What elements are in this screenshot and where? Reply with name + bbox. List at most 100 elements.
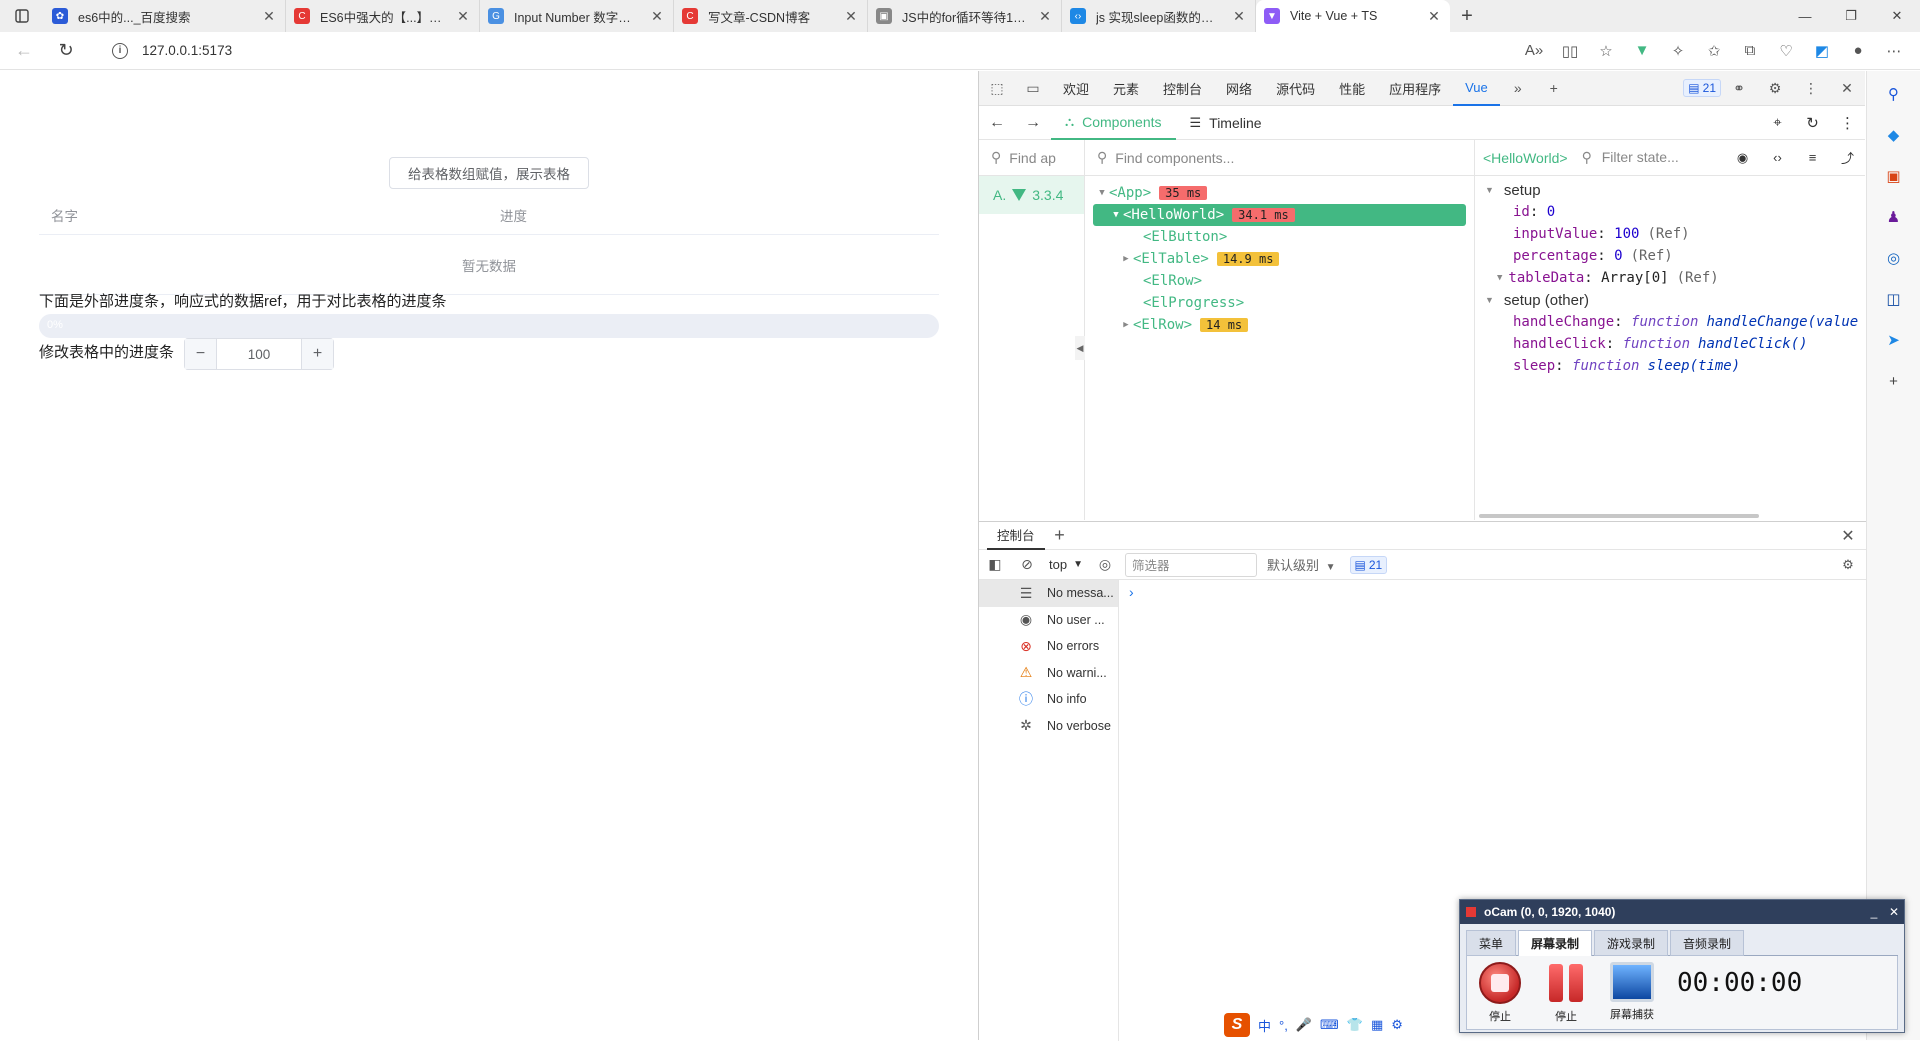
- devtools-tab[interactable]: 性能: [1327, 71, 1377, 106]
- ime-tool-icon[interactable]: 👕: [1347, 1017, 1363, 1033]
- console-settings-gear-icon[interactable]: ⚙: [1830, 557, 1866, 573]
- devtools-tab[interactable]: 元素: [1101, 71, 1151, 106]
- browser-tab[interactable]: C ES6中强大的【...】操作符_es6中 ✕: [286, 0, 480, 32]
- tree-toggle-icon[interactable]: ▼: [1109, 210, 1123, 220]
- collections-icon[interactable]: ⧉: [1732, 36, 1768, 66]
- restore-button[interactable]: ❐: [1828, 0, 1874, 32]
- ime-tool-icon[interactable]: 🎤: [1296, 1017, 1312, 1033]
- ime-tool-icon[interactable]: 中: [1258, 1016, 1271, 1035]
- console-filter-item[interactable]: ⊗ No errors: [979, 633, 1118, 660]
- browser-tab[interactable]: G Input Number 数字输入框 | Elem ✕: [480, 0, 674, 32]
- select-component-icon[interactable]: ⌖: [1760, 106, 1795, 140]
- ocam-titlebar[interactable]: oCam (0, 0, 1920, 1040) _ ✕: [1460, 900, 1904, 924]
- collapse-handle-icon[interactable]: ◀: [1075, 336, 1085, 360]
- reader-mode-icon[interactable]: ▯▯: [1552, 36, 1588, 66]
- scroll-to-component-icon[interactable]: ◉: [1725, 140, 1760, 176]
- more-tabs-icon[interactable]: »: [1500, 71, 1536, 106]
- close-window-button[interactable]: ✕: [1874, 0, 1920, 32]
- find-components-field[interactable]: ⚲ Find components...: [1085, 140, 1474, 176]
- console-issues-badge[interactable]: ▤ 21: [1349, 555, 1388, 574]
- devtools-tab[interactable]: Vue: [1453, 71, 1500, 106]
- state-property[interactable]: percentage: 0 (Ref): [1475, 245, 1865, 267]
- state-property[interactable]: id: 0: [1475, 201, 1865, 223]
- state-property[interactable]: ▼ tableData: Array[0] (Ref): [1475, 267, 1865, 289]
- fill-table-button[interactable]: 给表格数组赋值，展示表格: [389, 157, 589, 189]
- tree-node[interactable]: ▼ <HelloWorld> 34.1 ms: [1093, 204, 1466, 226]
- ime-tool-icon[interactable]: °,: [1279, 1018, 1288, 1033]
- sidebar-tools-icon[interactable]: ▣: [1879, 161, 1909, 191]
- tree-node[interactable]: ▶ <ElRow> 14 ms: [1085, 314, 1474, 336]
- vue-extension-icon[interactable]: ▼: [1624, 36, 1660, 66]
- ocam-tab[interactable]: 屏幕录制: [1518, 930, 1593, 956]
- increase-button[interactable]: +: [301, 339, 333, 369]
- close-tab-icon[interactable]: ✕: [1426, 8, 1442, 25]
- console-filter-item[interactable]: ⓘ No info: [979, 686, 1118, 713]
- state-function[interactable]: handleClick: function handleClick(): [1475, 333, 1865, 355]
- context-selector[interactable]: top ▼: [1043, 557, 1089, 572]
- ocam-tab[interactable]: 音频录制: [1670, 930, 1745, 956]
- state-function[interactable]: handleChange: function handleChange(value: [1475, 311, 1865, 333]
- add-drawer-tab-icon[interactable]: +: [1045, 525, 1075, 546]
- tab-timeline[interactable]: ☰ Timeline: [1176, 106, 1276, 140]
- settings-gear-icon[interactable]: ⚙: [1757, 71, 1793, 106]
- site-info-icon[interactable]: i: [112, 42, 128, 59]
- tab-actions-button[interactable]: [0, 0, 44, 32]
- new-tab-button[interactable]: +: [1450, 0, 1484, 32]
- tree-node[interactable]: <ElRow>: [1085, 270, 1474, 292]
- open-source-icon[interactable]: ‹›: [1760, 140, 1795, 176]
- tree-node[interactable]: <ElButton>: [1085, 226, 1474, 248]
- ocam-tab[interactable]: 菜单: [1466, 930, 1517, 956]
- tree-toggle-icon[interactable]: ▶: [1119, 254, 1133, 264]
- ime-tool-icon[interactable]: ⌨: [1320, 1017, 1339, 1033]
- devtools-tab[interactable]: 控制台: [1151, 71, 1214, 106]
- devtools-tab[interactable]: 源代码: [1264, 71, 1327, 106]
- ime-tool-icon[interactable]: ▦: [1371, 1017, 1383, 1033]
- add-tool-icon[interactable]: +: [1536, 71, 1572, 106]
- ocam-tab[interactable]: 游戏录制: [1594, 930, 1669, 956]
- ime-tool-icon[interactable]: ⚙: [1391, 1017, 1403, 1033]
- browser-tab[interactable]: C 写文章-CSDN博客 ✕: [674, 0, 868, 32]
- extensions-icon[interactable]: ✧: [1660, 36, 1696, 66]
- inspect-element-icon[interactable]: ⬚: [979, 71, 1015, 106]
- stop-record-button[interactable]: 停止: [1467, 956, 1533, 1024]
- close-tab-icon[interactable]: ✕: [261, 8, 277, 25]
- sidebar-outlook-icon[interactable]: ◫: [1879, 284, 1909, 314]
- device-emulation-icon[interactable]: ▭: [1015, 71, 1051, 106]
- issues-badge[interactable]: ▤ 21: [1683, 79, 1721, 97]
- read-aloud-icon[interactable]: A»: [1516, 36, 1552, 66]
- tree-toggle-icon[interactable]: ▶: [1119, 320, 1133, 330]
- vue-menu-icon[interactable]: ⋮: [1830, 106, 1865, 140]
- inspect-dom-icon[interactable]: ≡: [1795, 140, 1830, 176]
- close-tab-icon[interactable]: ✕: [843, 8, 859, 25]
- more-menu-icon[interactable]: ⋯: [1876, 36, 1912, 66]
- console-filter-input[interactable]: 筛选器: [1124, 552, 1257, 577]
- horizontal-scrollbar[interactable]: [1479, 514, 1759, 518]
- profile-avatar-icon[interactable]: ●: [1840, 36, 1876, 66]
- browser-tab[interactable]: ✿ es6中的..._百度搜索 ✕: [44, 0, 286, 32]
- sidebar-games-icon[interactable]: ♟: [1879, 202, 1909, 232]
- find-apps-field[interactable]: ⚲ Find ap: [979, 140, 1084, 176]
- sogou-logo-icon[interactable]: S: [1224, 1013, 1250, 1037]
- decrease-button[interactable]: −: [185, 339, 217, 369]
- close-devtools-icon[interactable]: ✕: [1829, 71, 1865, 106]
- minimize-button[interactable]: —: [1782, 0, 1828, 32]
- state-function[interactable]: sleep: function sleep(time): [1475, 355, 1865, 377]
- live-expression-eye-icon[interactable]: ◎: [1089, 550, 1121, 580]
- back-arrow-icon[interactable]: ←: [979, 106, 1015, 140]
- open-in-editor-icon[interactable]: ⤴: [1830, 140, 1865, 176]
- devtools-tab[interactable]: 应用程序: [1377, 71, 1453, 106]
- refresh-button[interactable]: ↻: [48, 35, 84, 67]
- browser-essentials-icon[interactable]: ♡: [1768, 36, 1804, 66]
- close-tab-icon[interactable]: ✕: [455, 8, 471, 25]
- pause-button[interactable]: 停止: [1533, 956, 1599, 1024]
- stepper-input[interactable]: 100: [217, 339, 301, 369]
- refresh-icon[interactable]: ↻: [1795, 106, 1830, 140]
- customize-icon[interactable]: ⚭: [1721, 71, 1757, 106]
- browser-tab[interactable]: ▼ Vite + Vue + TS ✕: [1256, 0, 1450, 32]
- devtools-menu-icon[interactable]: ⋮: [1793, 71, 1829, 106]
- tab-console[interactable]: 控制台: [987, 522, 1045, 550]
- screen-capture-button[interactable]: 屏幕捕获: [1599, 956, 1665, 1022]
- ocam-close-button[interactable]: ✕: [1884, 905, 1904, 919]
- sidebar-shopping-icon[interactable]: ◆: [1879, 120, 1909, 150]
- back-button[interactable]: ←: [6, 35, 42, 67]
